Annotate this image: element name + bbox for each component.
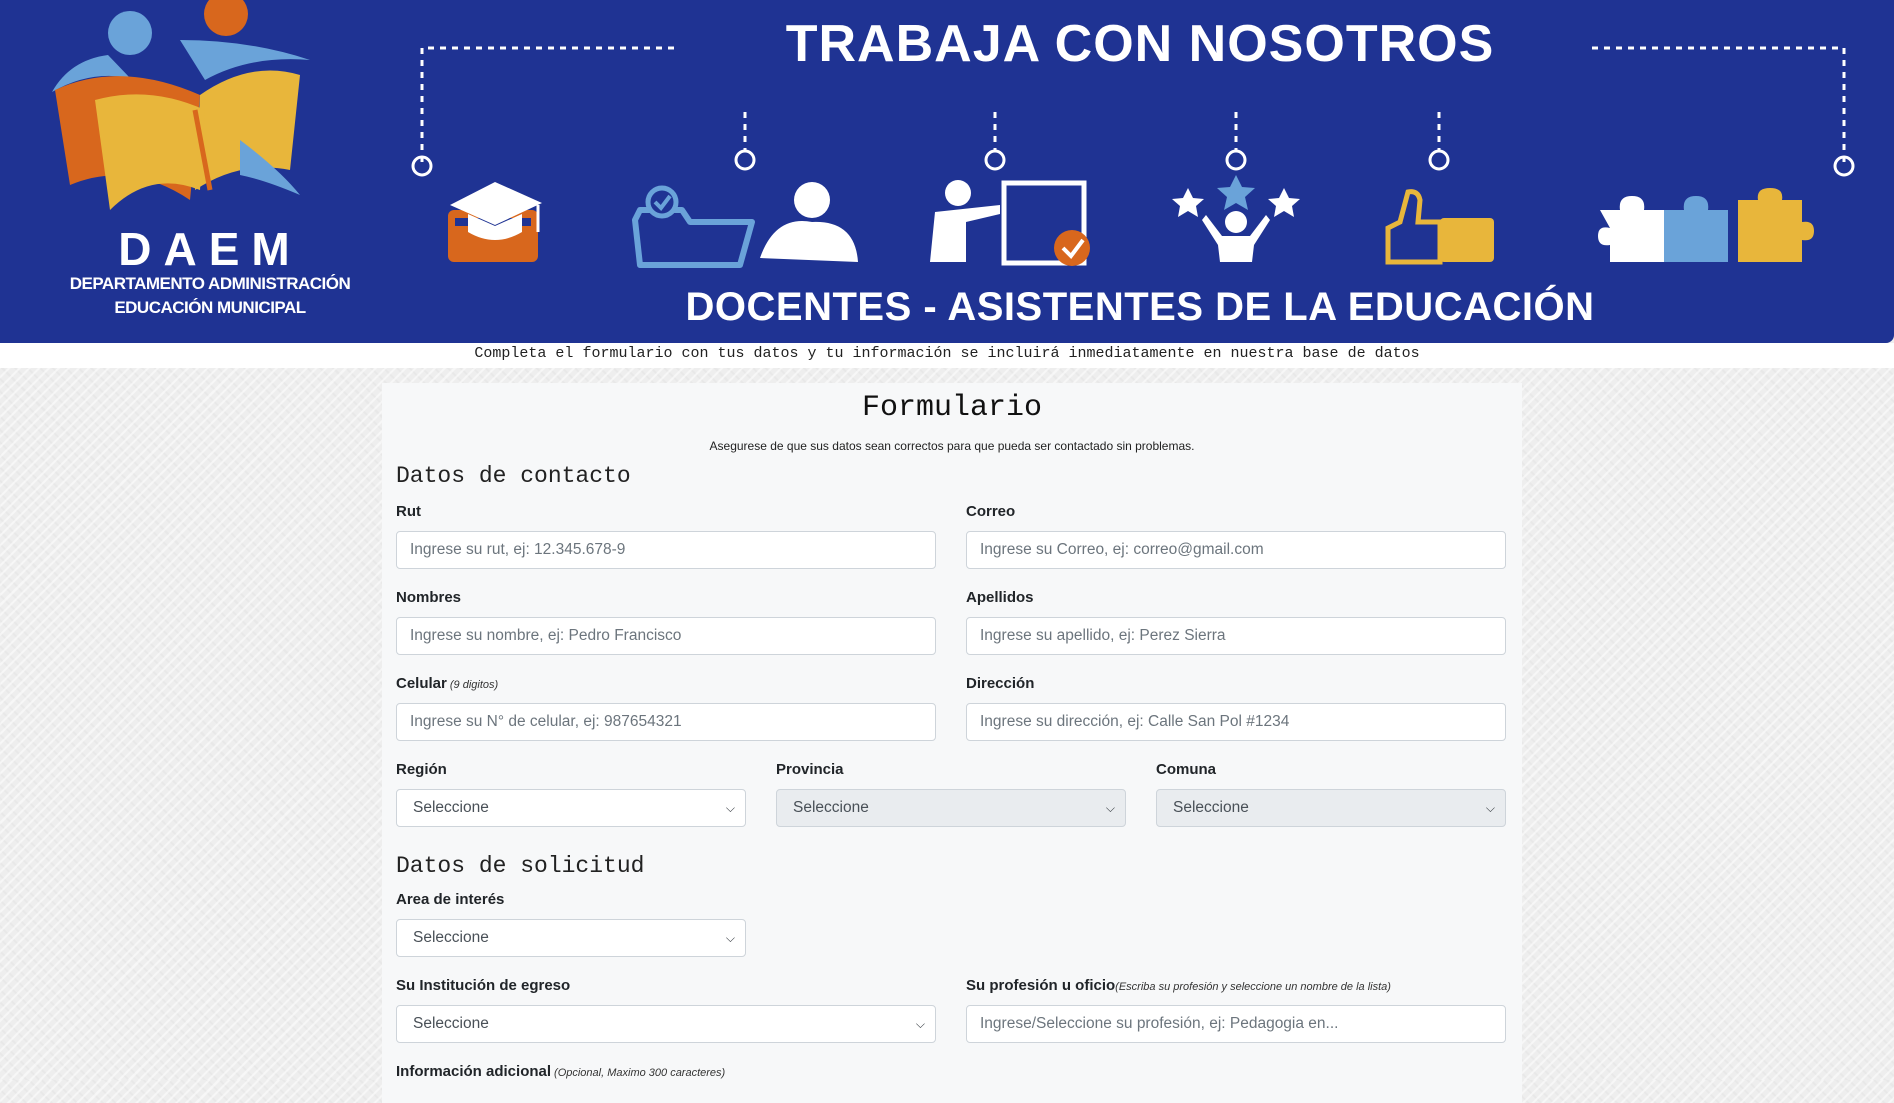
region-select[interactable]: Seleccione ⌵ [396,789,746,827]
thumbs-up-icon [1385,189,1494,265]
logo-title: DAEM [118,223,302,275]
correo-input[interactable] [966,531,1506,569]
info-adicional-label: Información adicional (Opcional, Maximo 3… [396,1063,726,1080]
nombres-label: Nombres [396,589,462,606]
dotted-frame-rings [411,149,1855,177]
person-icon [760,182,858,262]
chevron-down-icon: ⌵ [1485,801,1495,815]
section-title-request: Datos de solicitud [396,853,645,879]
header-banner: DAEM DEPARTAMENTO ADMINISTRACIÓN EDUCACI… [0,0,1894,343]
region-label: Región [396,761,447,778]
teacher-board-icon [930,180,1090,266]
institucion-label: Su Institución de egreso [396,977,571,994]
banner-title: TRABAJA CON NOSOTROS [785,15,1495,73]
graduation-cap-icon [448,182,542,262]
comuna-select[interactable]: Seleccione ⌵ [1156,789,1506,827]
apellidos-input[interactable] [966,617,1506,655]
form-title: Formulario [861,391,1043,425]
daem-logo-icon [52,0,310,210]
puzzle-pieces-icon [1598,188,1814,262]
profesion-hint: (Escriba su profesión y seleccione un no… [1115,981,1391,993]
chevron-down-icon: ⌵ [915,1017,925,1031]
logo-subtitle-line2: EDUCACIÓN MUNICIPAL [114,298,306,317]
celular-label: Celular (9 digitos) [396,675,499,692]
logo-subtitle-line1: DEPARTAMENTO ADMINISTRACIÓN [69,274,351,293]
celular-input[interactable] [396,703,936,741]
provincia-label: Provincia [776,761,844,778]
chevron-down-icon: ⌵ [725,931,735,945]
comuna-label: Comuna [1156,761,1216,778]
form-subtitle: Asegurese de que sus datos sean correcto… [709,439,1195,453]
chevron-down-icon: ⌵ [1105,801,1115,815]
rut-label: Rut [396,503,421,520]
banner-subtitle: DOCENTES - ASISTENTES DE LA EDUCACIÓN [685,285,1595,329]
provincia-select[interactable]: Seleccione ⌵ [776,789,1126,827]
folder-check-icon [632,185,755,268]
info-adicional-hint: (Opcional, Maximo 300 caracteres) [554,1067,726,1079]
stars-person-icon [1172,175,1300,262]
nombres-input[interactable] [396,617,936,655]
profesion-input[interactable] [966,1005,1506,1043]
section-title-contact: Datos de contacto [396,463,631,489]
correo-label: Correo [966,503,1016,520]
direccion-input[interactable] [966,703,1506,741]
rut-input[interactable] [396,531,936,569]
intro-text: Completa el formulario con tus datos y t… [0,343,1894,368]
direccion-label: Dirección [966,675,1035,692]
chevron-down-icon: ⌵ [725,801,735,815]
apellidos-label: Apellidos [966,589,1034,606]
profesion-label: Su profesión u oficio(Escriba su profesi… [966,977,1391,994]
area-label: Area de interés [396,891,505,908]
form-card: Formulario Asegurese de que sus datos se… [382,383,1522,1103]
institucion-select[interactable]: Seleccione ⌵ [396,1005,936,1043]
celular-hint: (9 digitos) [449,679,499,691]
area-select[interactable]: Seleccione ⌵ [396,919,746,957]
